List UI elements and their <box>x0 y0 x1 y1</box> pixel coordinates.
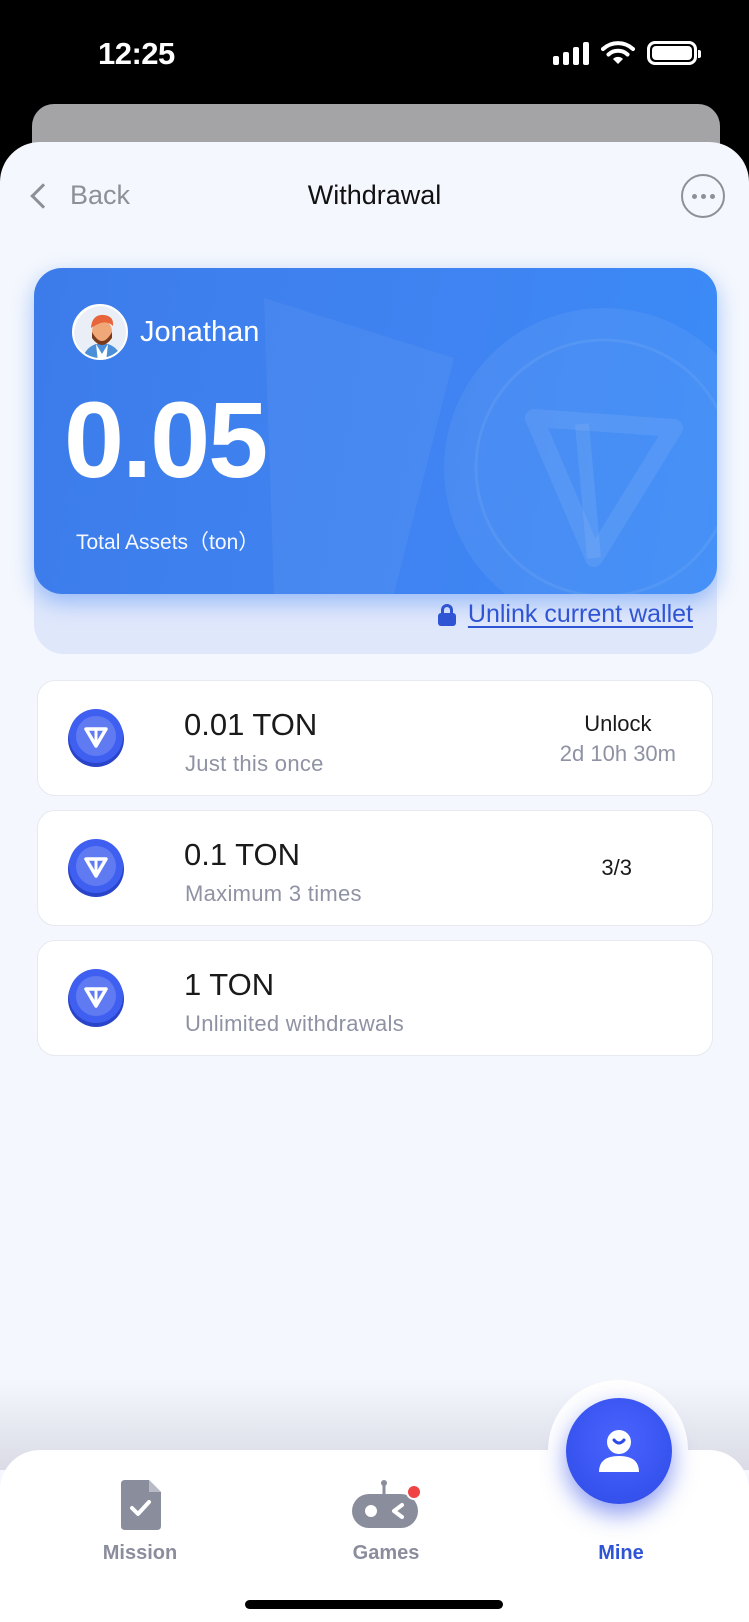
option-subtitle: Unlimited withdrawals <box>185 1011 405 1036</box>
avatar <box>72 304 128 360</box>
tab-label: Mission <box>102 1542 178 1564</box>
option-amount: 0.1 TON <box>184 837 301 872</box>
unlock-countdown: 2d 10h 30m <box>559 741 676 766</box>
withdrawal-options: 0.01 TON Just this once Unlock 2d 10h 30… <box>37 680 713 1070</box>
option-subtitle: Maximum 3 times <box>185 881 362 906</box>
option-0-01-ton[interactable]: 0.01 TON Just this once Unlock 2d 10h 30… <box>37 680 713 796</box>
home-indicator <box>245 1600 503 1609</box>
battery-icon <box>647 41 701 65</box>
status-icons <box>553 40 701 66</box>
user-row: Jonathan <box>72 304 259 360</box>
total-amount: 0.05 <box>64 379 268 500</box>
ton-coin-icon <box>68 709 124 767</box>
gamepad-icon <box>352 1480 422 1528</box>
asset-card: Jonathan 0.05 Total Assets（ton） <box>34 268 717 594</box>
lock-icon <box>437 603 456 626</box>
option-amount: 1 TON <box>184 967 275 1002</box>
option-subtitle: Just this once <box>185 751 324 776</box>
status-time: 12:25 <box>98 36 175 71</box>
option-1-ton[interactable]: 1 TON Unlimited withdrawals <box>37 940 713 1056</box>
mission-icon <box>121 1480 161 1530</box>
tab-label: Games <box>352 1542 420 1564</box>
wifi-icon <box>601 41 635 64</box>
nav-bar: Back Withdrawal <box>0 142 749 252</box>
option-amount: 0.01 TON <box>184 707 318 742</box>
tab-mission[interactable]: Mission <box>60 1480 220 1565</box>
option-0-1-ton[interactable]: 0.1 TON Maximum 3 times 3/3 <box>37 810 713 926</box>
unlink-label: Unlink current wallet <box>467 600 693 628</box>
unlock-status: Unlock 2d 10h 30m <box>560 711 676 767</box>
asset-section: Jonathan 0.05 Total Assets（ton） Unlink c… <box>34 268 717 654</box>
mine-fab[interactable] <box>566 1398 672 1504</box>
tab-games[interactable]: Games <box>306 1480 466 1565</box>
status-bar: 12:25 <box>0 0 749 110</box>
tab-label: Mine <box>598 1542 644 1564</box>
page-title: Withdrawal <box>307 180 442 210</box>
ton-coin-icon <box>68 969 124 1027</box>
unlink-wallet-link[interactable]: Unlink current wallet <box>437 600 693 629</box>
usage-count: 3/3 <box>601 855 632 880</box>
signal-icon <box>553 41 589 65</box>
unlock-label: Unlock <box>584 711 652 736</box>
user-icon <box>599 1430 639 1472</box>
tab-mine[interactable]: Mine <box>541 1542 701 1565</box>
more-icon[interactable] <box>681 174 725 218</box>
user-name: Jonathan <box>140 315 260 348</box>
total-assets-label: Total Assets（ton） <box>76 531 260 554</box>
ton-coin-icon <box>68 839 124 897</box>
